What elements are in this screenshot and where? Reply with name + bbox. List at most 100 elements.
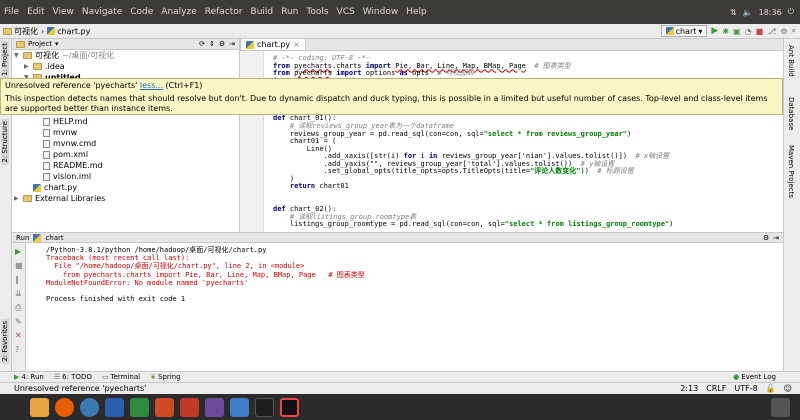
tab-event-log[interactable]: ● Event Log xyxy=(733,373,800,381)
stop-icon[interactable]: ■ xyxy=(756,27,764,36)
chevron-down-icon[interactable]: ▾ xyxy=(55,40,59,48)
console-line: Traceback (most recent call last): xyxy=(46,254,190,263)
close-icon[interactable]: × xyxy=(293,40,300,49)
menu-window[interactable]: Window xyxy=(359,7,403,17)
tab-project[interactable]: 1: Project xyxy=(1,41,9,78)
settings-icon[interactable]: ⚙ xyxy=(780,27,787,36)
firefox-icon[interactable] xyxy=(55,397,74,417)
trash-icon[interactable] xyxy=(771,397,790,417)
project-panel-title[interactable]: Project xyxy=(28,40,52,48)
tree-row[interactable]: ▶ .idea xyxy=(12,61,239,72)
search-icon[interactable]: ⌕ xyxy=(792,26,796,36)
tree-row[interactable]: README.md xyxy=(12,160,239,171)
gear-icon[interactable]: ⚙ xyxy=(763,234,769,242)
tab-chart-py[interactable]: chart.py × xyxy=(240,38,306,50)
tree-row[interactable]: mvnw.cmd xyxy=(12,138,239,149)
tree-row[interactable]: chart.py xyxy=(12,182,239,193)
tree-row-label: README.md xyxy=(53,161,103,170)
stop-icon[interactable]: ■ xyxy=(15,261,23,270)
tree-row-label: 可视化 xyxy=(35,51,59,60)
menu-build[interactable]: Build xyxy=(247,7,278,17)
tab-maven-projects[interactable]: Maven Projects xyxy=(787,145,795,198)
menu-view[interactable]: View xyxy=(49,7,78,17)
menu-help[interactable]: Help xyxy=(402,7,431,17)
tree-row[interactable]: mvnw xyxy=(12,127,239,138)
tree-row[interactable]: pom.xml xyxy=(12,149,239,160)
inspector-icon[interactable]: ☺ xyxy=(784,384,792,393)
menu-edit[interactable]: Edit xyxy=(23,7,48,17)
collapsed-arrow-icon[interactable]: ▶ xyxy=(14,195,20,202)
power-icon[interactable]: ⏻ xyxy=(788,7,794,17)
tab-ant-build[interactable]: Ant Build xyxy=(787,45,795,77)
menu-tools[interactable]: Tools xyxy=(302,7,332,17)
collapsed-arrow-icon[interactable]: ▶ xyxy=(24,63,30,70)
profile-icon[interactable]: ◔ xyxy=(745,27,752,36)
lock-icon[interactable]: 🔓 xyxy=(766,384,776,393)
tab-favorites[interactable]: 2: Favorites xyxy=(1,319,9,364)
code-line[interactable]: listings_group_roomtype = pd.read_sql(co… xyxy=(273,220,674,229)
code-line[interactable]: return chart01 xyxy=(273,182,349,191)
tab-run[interactable]: ▶ 4: Run xyxy=(14,373,44,381)
run-console[interactable]: /Python-3.8.1/python /home/hadoop/桌面/可视化… xyxy=(26,243,783,371)
menu-run[interactable]: Run xyxy=(277,7,302,17)
menu-analyze[interactable]: Analyze xyxy=(157,7,200,17)
files-icon[interactable] xyxy=(30,397,49,417)
breadcrumb-file[interactable]: chart.py xyxy=(44,27,93,36)
breadcrumb-project[interactable]: 可视化 xyxy=(0,26,41,37)
tab-spring[interactable]: ❦ Spring xyxy=(150,373,180,381)
code-line[interactable]: .set_global_opts(title_opts=opts.TitleOp… xyxy=(273,167,634,176)
tree-row[interactable]: HELP.md xyxy=(12,116,239,127)
run-config-tab[interactable]: chart xyxy=(45,234,63,242)
line-separator[interactable]: CRLF xyxy=(706,384,726,393)
hide-icon[interactable]: ⇥ xyxy=(229,40,235,48)
menu-file[interactable]: File xyxy=(0,7,23,17)
volume-icon[interactable]: 🔈 xyxy=(743,8,753,17)
writer-icon[interactable] xyxy=(105,397,124,417)
coverage-icon[interactable]: ▣ xyxy=(733,27,741,36)
file-encoding[interactable]: UTF-8 xyxy=(734,384,757,393)
network-icon[interactable]: ⇅ xyxy=(730,8,737,17)
debug-icon[interactable]: ✱ xyxy=(722,27,729,36)
pin-icon[interactable]: ✎ xyxy=(15,317,23,326)
python-file-icon xyxy=(33,233,42,242)
browser-icon[interactable] xyxy=(80,397,99,417)
rerun-icon[interactable]: ▶ xyxy=(15,247,23,256)
clock[interactable]: 18:36 xyxy=(759,8,782,17)
impress-icon[interactable] xyxy=(155,397,174,417)
tree-row[interactable]: vision.iml xyxy=(12,171,239,182)
menu-code[interactable]: Code xyxy=(126,7,157,17)
run-icon[interactable]: ▶ xyxy=(711,26,718,36)
software-center-icon[interactable] xyxy=(180,397,199,417)
tree-row[interactable]: ▼ 可视化 ~/桌面/可视化 xyxy=(12,50,239,61)
hide-icon[interactable]: ⇥ xyxy=(773,234,779,242)
expanded-arrow-icon[interactable]: ▼ xyxy=(14,52,20,59)
file-icon xyxy=(43,128,50,137)
tree-row[interactable]: ▶ External Libraries xyxy=(12,193,239,204)
close-icon[interactable]: ✕ xyxy=(15,331,23,340)
gear-icon[interactable]: ⚙ xyxy=(219,40,225,48)
sync-icon[interactable]: ⟳ xyxy=(199,40,205,48)
tab-terminal[interactable]: ▭ Terminal xyxy=(102,373,140,381)
run-panel-title[interactable]: Run xyxy=(16,234,29,242)
help-icon[interactable]: ? xyxy=(15,345,23,354)
run-config-select[interactable]: chart ▾ xyxy=(660,25,708,37)
tab-database[interactable]: Database xyxy=(787,97,795,130)
menu-refactor[interactable]: Refactor xyxy=(201,7,247,17)
collapse-icon[interactable]: ⇕ xyxy=(209,40,215,48)
scroll-to-end-icon[interactable]: ⇊ xyxy=(15,289,23,298)
tab-todo[interactable]: ☰ 6: TODO xyxy=(54,373,92,381)
pause-icon[interactable]: ‖ xyxy=(15,275,23,284)
mail-icon[interactable] xyxy=(230,397,249,417)
vcs-icon[interactable]: ⎇ xyxy=(767,27,776,36)
tab-structure[interactable]: 2: Structure xyxy=(1,119,9,165)
caret-position[interactable]: 2:13 xyxy=(680,384,698,393)
menu-navigate[interactable]: Navigate xyxy=(78,7,126,17)
intellij-icon[interactable] xyxy=(280,397,299,417)
code-token: "select * from listings_group_roomtype" xyxy=(504,220,670,229)
terminal-icon[interactable] xyxy=(255,397,274,417)
tooltip-less-link[interactable]: less... xyxy=(140,81,163,90)
print-icon[interactable]: ⎙ xyxy=(15,303,23,312)
menu-vcs[interactable]: VCS xyxy=(333,7,359,17)
uk-settings-icon[interactable] xyxy=(205,397,224,417)
calc-icon[interactable] xyxy=(130,397,149,417)
